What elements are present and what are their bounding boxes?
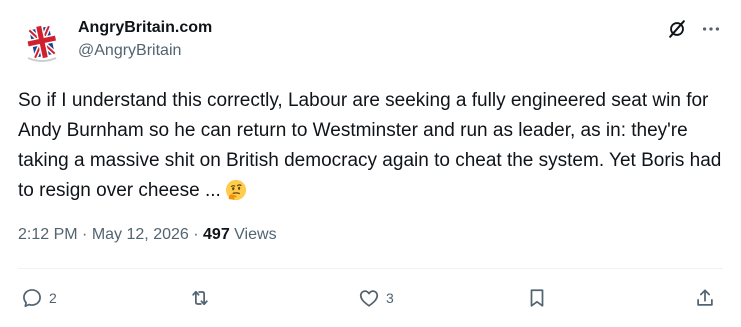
divider (18, 268, 723, 269)
thinking-face-icon (225, 179, 247, 201)
more-options-icon[interactable] (700, 18, 722, 40)
like-count: 3 (386, 290, 394, 306)
author-display-name[interactable]: AngryBritain.com (78, 18, 212, 38)
like-icon (359, 290, 379, 307)
meta-separator: · (193, 226, 199, 243)
tweet-text: So if I understand this correctly, Labou… (18, 86, 728, 206)
retweet-button[interactable] (189, 286, 217, 310)
reply-button[interactable]: 2 (21, 286, 57, 310)
retweet-icon (192, 290, 208, 306)
bookmark-button[interactable] (526, 286, 548, 310)
bookmark-icon (530, 289, 544, 307)
tweet-meta: 2:12 PM · May 12, 2026 · 497 Views (18, 225, 277, 245)
share-icon (697, 289, 713, 306)
like-button[interactable]: 3 (358, 286, 394, 310)
views-label[interactable]: Views (234, 226, 276, 243)
grok-icon[interactable] (666, 18, 688, 40)
avatar[interactable] (18, 18, 66, 66)
author-handle[interactable]: @AngryBritain (78, 41, 181, 61)
tweet-date[interactable]: May 12, 2026 (92, 226, 189, 243)
tweet-body: So if I understand this correctly, Labou… (18, 90, 722, 201)
views-count[interactable]: 497 (203, 226, 230, 243)
tweet-time[interactable]: 2:12 PM (18, 226, 78, 243)
meta-separator: · (82, 226, 88, 243)
reply-icon (23, 289, 41, 308)
share-button[interactable] (694, 286, 716, 310)
union-jack-cross-logo (18, 18, 66, 66)
reply-count: 2 (49, 290, 57, 306)
